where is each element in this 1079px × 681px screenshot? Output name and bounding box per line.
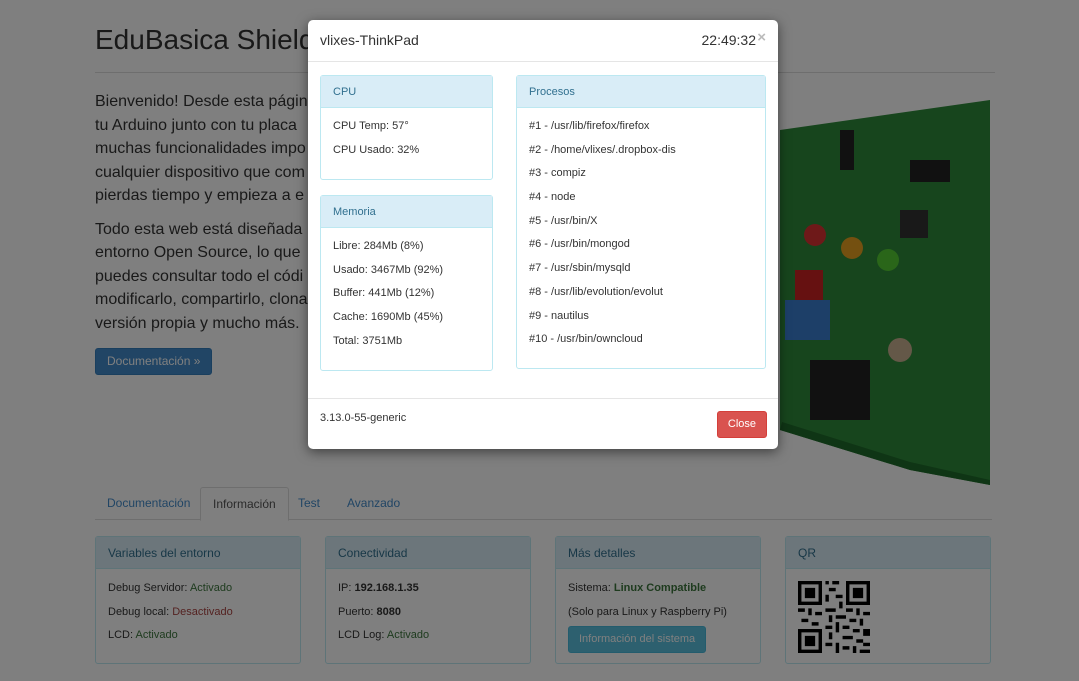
memory-free: Libre: 284Mb (8%) <box>333 240 424 252</box>
process-item: #10 - /usr/bin/owncloud <box>529 333 643 346</box>
cpu-panel: CPU CPU Temp: 57° CPU Usado: 32% <box>320 75 493 180</box>
modal-title: vlixes-ThinkPad <box>320 32 419 48</box>
panel-title: Procesos <box>517 76 765 108</box>
process-item: #8 - /usr/lib/evolution/evolut <box>529 285 663 298</box>
processes-panel: Procesos #1 - /usr/lib/firefox/firefox #… <box>516 75 766 369</box>
cpu-usage: CPU Usado: 32% <box>333 143 420 156</box>
process-item: #4 - node <box>529 191 576 204</box>
system-info-modal: vlixes-ThinkPad 22:49:32 × CPU CPU Temp:… <box>308 20 778 449</box>
memory-buffer: Buffer: 441Mb (12%) <box>333 287 435 300</box>
memory-total: Total: 3751Mb <box>333 334 403 347</box>
modal-header: vlixes-ThinkPad 22:49:32 × <box>308 20 778 62</box>
panel-title: CPU <box>321 76 492 108</box>
memory-cache: Cache: 1690Mb (45%) <box>333 311 444 324</box>
modal-footer: 3.13.0-55-generic Close <box>308 398 778 449</box>
panel-title: Memoria <box>321 196 492 228</box>
process-item: #9 - nautilus <box>529 309 589 322</box>
cpu-temp: CPU Temp: 57° <box>333 120 409 132</box>
process-item: #6 - /usr/bin/mongod <box>529 238 630 251</box>
clock-time: 22:49:32 <box>701 32 757 48</box>
process-item: #3 - compiz <box>529 167 586 180</box>
memory-panel: Memoria Libre: 284Mb (8%) Usado: 3467Mb … <box>320 195 493 371</box>
close-icon[interactable]: × <box>757 29 766 46</box>
process-item: #2 - /home/vlixes/.dropbox-dis <box>529 143 676 156</box>
kernel-version: 3.13.0-55-generic <box>320 412 407 424</box>
memory-used: Usado: 3467Mb (92%) <box>333 263 444 276</box>
close-button[interactable]: Close <box>716 411 767 438</box>
process-item: #5 - /usr/bin/X <box>529 214 598 227</box>
process-item: #7 - /usr/sbin/mysqld <box>529 262 631 275</box>
process-item: #1 - /usr/lib/firefox/firefox <box>529 120 650 132</box>
